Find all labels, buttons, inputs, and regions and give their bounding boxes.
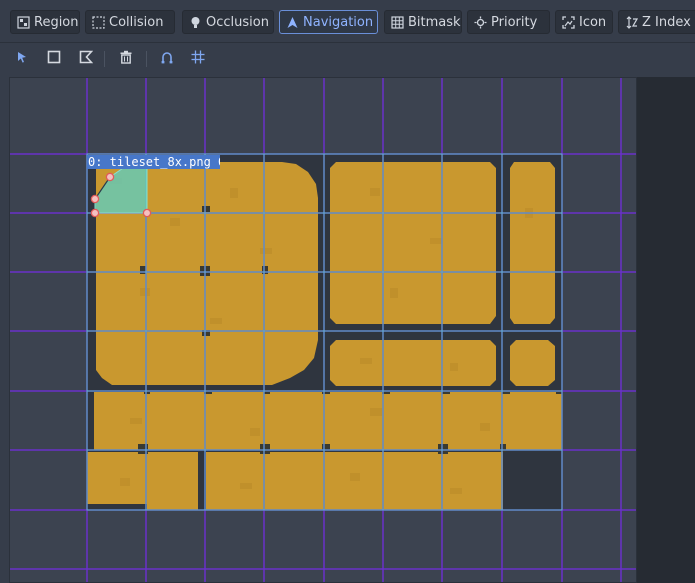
grid-snap-icon (191, 50, 205, 68)
rectangle-tool-icon (47, 50, 61, 68)
snap-button[interactable] (156, 48, 178, 70)
delete-shape-button[interactable] (115, 48, 137, 70)
icon-mode-icon (561, 15, 575, 29)
polygon-vertex-handle (90, 194, 100, 204)
polygon-tool-button[interactable] (75, 48, 97, 70)
tileset-canvas (10, 78, 636, 582)
tab-occlusion-label: Occlusion (206, 14, 269, 30)
polygon-vertex-handle (105, 172, 115, 182)
polygon-vertex-handle (142, 208, 152, 218)
tab-priority-label: Priority (491, 14, 538, 30)
select-tool-button[interactable] (11, 48, 33, 70)
grid-snap-button[interactable] (187, 48, 209, 70)
tab-z-index[interactable]: Z Index (618, 10, 695, 34)
tab-occlusion[interactable]: Occlusion (182, 10, 274, 34)
editor-mode-tabbar: Region Collision Occlusion Navigation Bi… (0, 0, 695, 43)
tile-block-tall (510, 162, 555, 324)
texture-region-label: 0: tileset_8x.png 0 (87, 155, 220, 169)
delete-icon (119, 50, 133, 68)
rectangle-tool-button[interactable] (43, 48, 65, 70)
tile-row-bottom-1 (94, 392, 562, 450)
polygon-toolbar (0, 43, 695, 75)
toolbar-separator (104, 51, 105, 67)
tile-block-medium (330, 340, 496, 386)
tab-icon[interactable]: Icon (555, 10, 613, 34)
tile-block-small (510, 340, 555, 386)
tab-bitmask-label: Bitmask (408, 14, 461, 30)
occlusion-icon (188, 15, 202, 29)
tile-block-wide (330, 162, 496, 324)
tab-navigation[interactable]: Navigation (279, 10, 378, 34)
tileset-viewport[interactable] (9, 77, 637, 583)
tab-z-index-label: Z Index (642, 14, 691, 30)
tab-priority[interactable]: Priority (467, 10, 550, 34)
collision-icon (91, 15, 105, 29)
bitmask-icon (390, 15, 404, 29)
tab-icon-label: Icon (579, 14, 607, 30)
tile-row-bottom-2a (87, 452, 198, 510)
tile-gap-shadow (87, 504, 147, 510)
tab-bitmask[interactable]: Bitmask (384, 10, 462, 34)
z-index-icon (624, 15, 638, 29)
tab-collision[interactable]: Collision (85, 10, 175, 34)
tab-region[interactable]: Region (10, 10, 80, 34)
select-tool-icon (15, 50, 29, 68)
tab-navigation-label: Navigation (303, 14, 374, 30)
snap-icon (160, 50, 174, 68)
polygon-vertex-handle (90, 208, 100, 218)
navigation-icon (285, 15, 299, 29)
right-panel (637, 77, 695, 583)
region-icon (16, 15, 30, 29)
toolbar-separator (146, 51, 147, 67)
polygon-tool-icon (79, 50, 94, 68)
priority-icon (473, 15, 487, 29)
tab-region-label: Region (34, 14, 79, 30)
tab-collision-label: Collision (109, 14, 164, 30)
